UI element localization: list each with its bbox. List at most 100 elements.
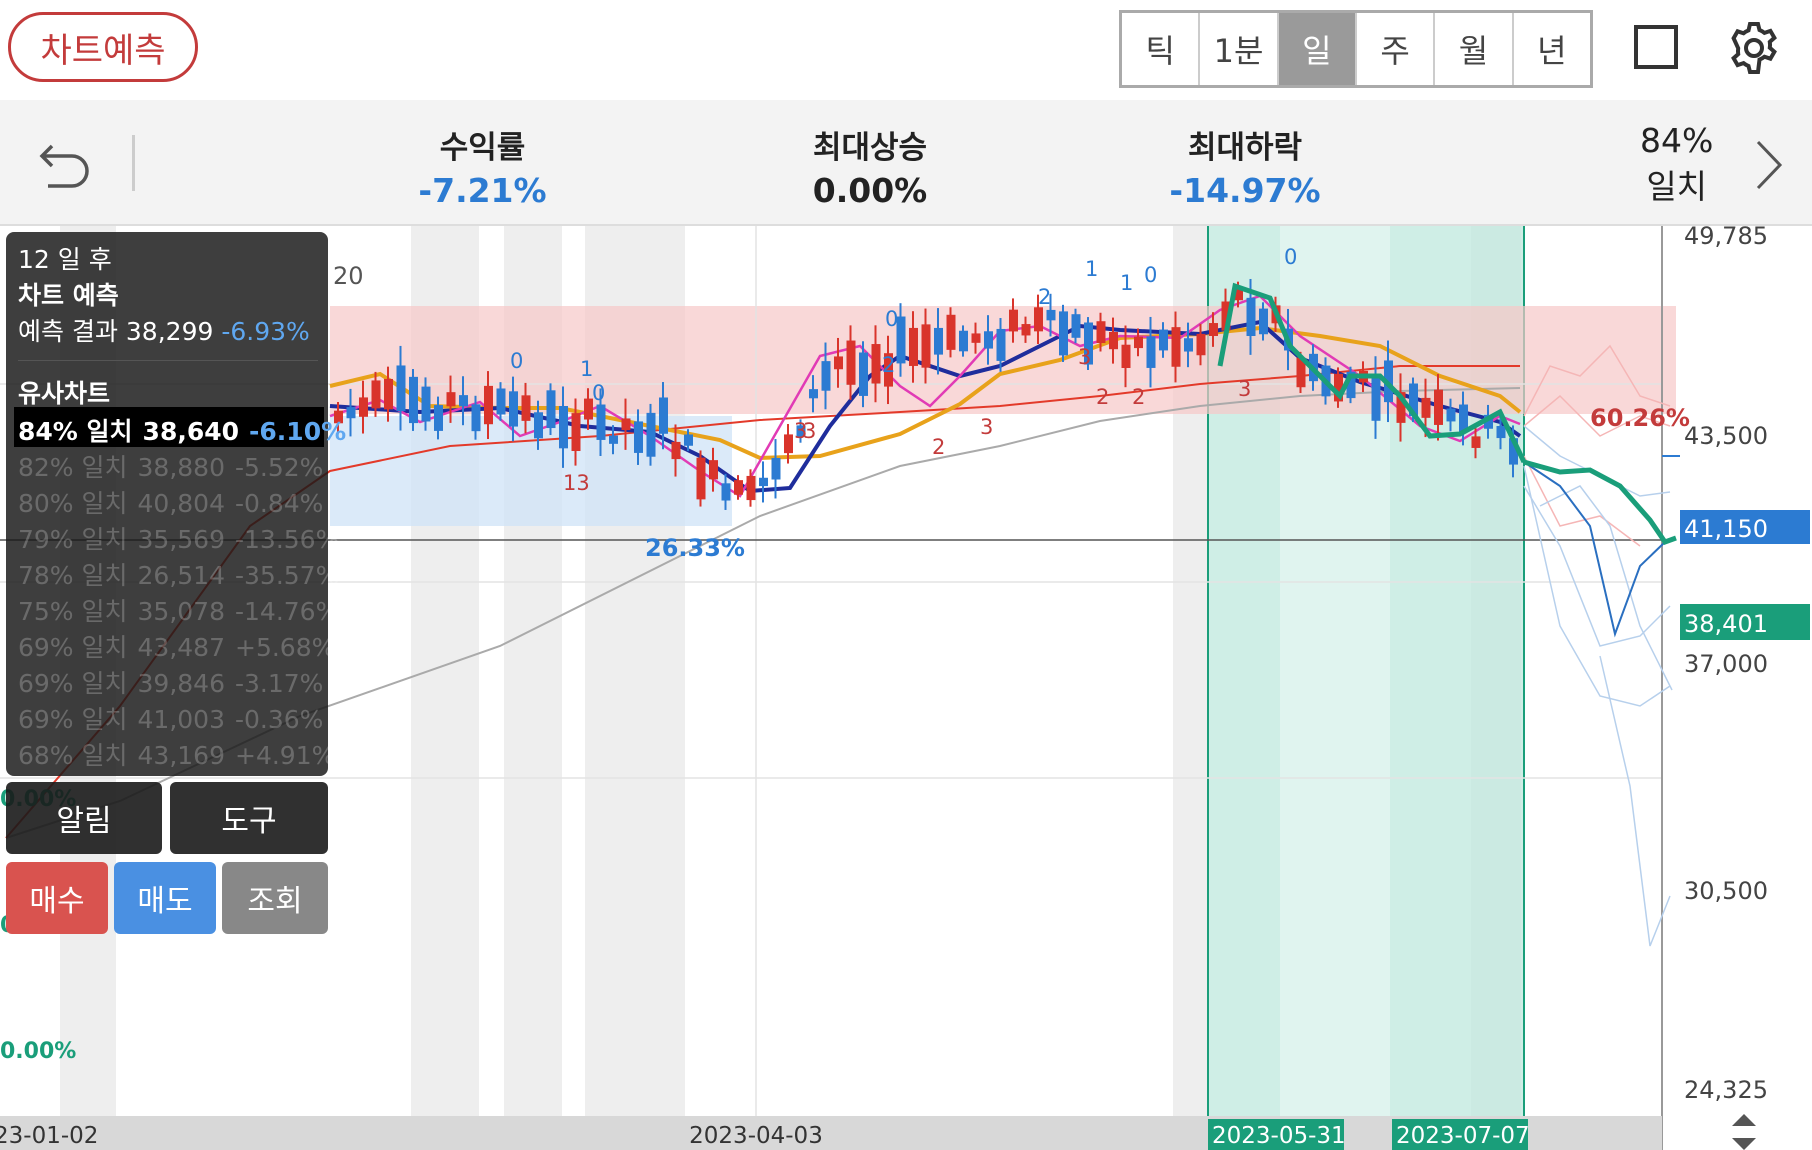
signal-label: 0 (510, 349, 523, 373)
similar-row[interactable]: 69% 일치 41,003 -0.36% (18, 700, 323, 736)
similar-pct: -13.56% (235, 525, 340, 554)
candle-body (1071, 314, 1081, 338)
period-1min[interactable]: 1분 (1200, 13, 1279, 85)
y-tick-label: 37,000 (1684, 650, 1768, 678)
max-drop-label: 최대하락 (1187, 130, 1303, 166)
period-year[interactable]: 년 (1514, 13, 1590, 85)
max-drop-stat: 최대하락 -14.97% (1150, 122, 1340, 210)
period-month[interactable]: 월 (1435, 13, 1514, 85)
candle-body (1209, 323, 1218, 336)
candle-body (434, 405, 443, 431)
buy-button[interactable]: 매수 (6, 862, 108, 934)
y-tick-label: 43,500 (1684, 422, 1768, 450)
similar-match: 78% 일치 (18, 561, 128, 590)
period-week[interactable]: 주 (1357, 13, 1436, 85)
candle-body (1109, 331, 1118, 350)
candle-body (396, 365, 406, 412)
similar-row[interactable]: 68% 일치 43,169 +4.91% (18, 736, 335, 772)
result-pct: -6.93% (221, 317, 310, 346)
result-label: 예측 결과 (18, 317, 118, 346)
candle-body (709, 460, 718, 480)
candle-body (696, 457, 706, 500)
gear-icon[interactable] (1726, 20, 1782, 76)
similar-row[interactable]: 84% 일치 38,640 -6.10% (18, 412, 346, 448)
similar-title: 유사차트 (18, 379, 111, 408)
similar-price: 38,640 (142, 417, 240, 446)
candle-body (384, 378, 393, 410)
chevron-right-icon[interactable] (1752, 138, 1786, 192)
candle-body (746, 475, 756, 501)
period-tick[interactable]: 틱 (1122, 13, 1201, 85)
candle-body (634, 421, 643, 453)
max-rise-stat: 최대상승 0.00% (780, 122, 960, 210)
signal-label: 2 (1038, 285, 1051, 309)
signal-label: 13 (563, 471, 590, 495)
similar-row[interactable]: 69% 일치 39,846 -3.17% (18, 664, 323, 700)
candle-body (771, 457, 781, 480)
similar-row[interactable]: 79% 일치 35,569 -13.56% (18, 520, 339, 556)
candle-body (1059, 311, 1068, 356)
similar-price: 39,846 (137, 669, 225, 698)
candle-body (1009, 309, 1018, 332)
similar-row[interactable]: 69% 일치 43,487 +5.68% (18, 628, 335, 664)
scroll-arrows-icon[interactable] (1732, 1114, 1756, 1150)
candle-body (546, 390, 556, 429)
max-drop-value: -14.97% (1169, 171, 1321, 210)
match-label: 일치 (1646, 167, 1708, 206)
similar-match: 69% 일치 (18, 669, 128, 698)
predicted-price-label: 38,401 (1684, 610, 1768, 638)
similar-price: 35,569 (137, 525, 225, 554)
candle-body (471, 404, 481, 432)
return-stat: 수익률 -7.21% (400, 122, 565, 210)
zone-pct-label: 60.26% (1590, 404, 1690, 432)
candle-body (1046, 309, 1056, 321)
candle-body (1171, 327, 1181, 367)
view-button[interactable]: 조회 (222, 862, 328, 934)
candle-body (996, 328, 1006, 361)
result-price: 38,299 (125, 317, 214, 346)
alarm-button[interactable]: 알림 (6, 782, 162, 854)
y-tick-label: 49,785 (1684, 226, 1768, 250)
candle-body (1259, 308, 1268, 335)
similar-pct: -0.36% (235, 705, 324, 734)
stats-divider (132, 135, 135, 191)
candle-body (946, 314, 956, 350)
candle-body (984, 331, 993, 349)
fullscreen-icon[interactable] (1634, 25, 1678, 69)
similar-row[interactable]: 80% 일치 40,804 -0.84% (18, 484, 323, 520)
candle-body (1159, 329, 1168, 351)
signal-label: 2 (1132, 385, 1145, 409)
candle-body (371, 380, 381, 409)
zone-pct-blue: 26.33% (645, 534, 745, 562)
candle-body (1096, 321, 1106, 344)
match-stat[interactable]: 84% 일치 (1640, 118, 1713, 210)
candle-body (921, 324, 931, 368)
candle-body (671, 441, 681, 460)
similar-price: 40,804 (137, 489, 225, 518)
similar-pct: -35.57% (235, 561, 340, 590)
period-day[interactable]: 일 (1278, 13, 1357, 85)
undo-icon[interactable] (38, 138, 92, 188)
signal-label: 3 (1238, 377, 1251, 401)
similar-row[interactable]: 75% 일치 35,078 -14.76% (18, 592, 339, 628)
tools-button[interactable]: 도구 (170, 782, 328, 854)
similar-price: 35,078 (137, 597, 225, 626)
similar-match: 69% 일치 (18, 633, 128, 662)
candle-body (496, 388, 506, 415)
candle-body (759, 477, 768, 487)
current-price-label: 41,150 (1684, 515, 1768, 543)
signal-label: 3 (1078, 345, 1091, 369)
similar-pct: -5.52% (235, 453, 324, 482)
sell-button[interactable]: 매도 (114, 862, 216, 934)
candle-body (571, 413, 581, 452)
candle-body (521, 395, 531, 421)
candle-body (1434, 389, 1443, 425)
x-tick-label: 2023-05-31 (1212, 1123, 1346, 1149)
similar-row[interactable]: 78% 일치 26,514 -35.57% (18, 556, 339, 592)
candle-body (1496, 425, 1506, 439)
similar-pct: +4.91% (235, 741, 336, 770)
similar-row[interactable]: 82% 일치 38,880 -5.52% (18, 448, 323, 484)
similar-match: 68% 일치 (18, 741, 128, 770)
similar-pct: -14.76% (235, 597, 340, 626)
chart-predict-button[interactable]: 차트예측 (8, 12, 198, 82)
